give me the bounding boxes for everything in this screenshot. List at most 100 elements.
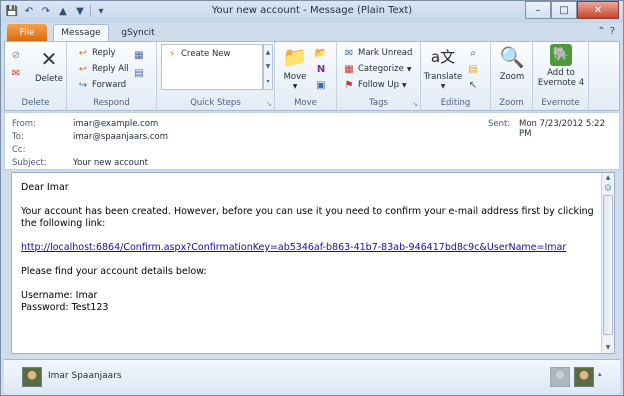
create-new-quick-step[interactable]: ⚡ Create New [166,47,231,61]
reply-all-label: Reply All [92,64,129,74]
move-button[interactable]: 📁 Move ▼ [279,44,311,92]
forward-button[interactable]: ↪ Forward [77,78,126,92]
dialog-launcher-icon[interactable]: ↘ [412,100,418,108]
reply-button[interactable]: ↩ Reply [77,46,116,60]
to-label: To: [12,132,24,142]
delete-label: Delete [35,74,63,84]
categorize-label: Categorize [358,64,404,74]
onenote-button[interactable]: N [315,62,327,76]
body-paragraph-2: Please find your account details below: [21,266,207,277]
related-icon: ▤ [468,63,478,75]
select-button[interactable]: ↖ [467,78,479,92]
scroll-down-arrow-icon[interactable]: ▼ [602,343,614,353]
rules-icon: 📂 [314,47,328,59]
confirmation-link[interactable]: http://localhost:6864/Confirm.aspx?Confi… [21,242,566,253]
expand-icon: ▾ [266,78,270,86]
message-header: From: imar@example.com To: imar@spaanjaa… [4,112,620,170]
reply-all-icon: ↩ [78,63,88,75]
message-body[interactable]: Dear Imar Your account has been created.… [11,172,615,354]
minimize-button[interactable]: – [525,1,551,19]
vertical-scrollbar[interactable]: ▲ ☺ ▼ [601,173,614,353]
expand-people-pane-icon[interactable]: ▴ [598,370,602,378]
move-label: Move [283,72,307,82]
close-button[interactable]: ✕ [577,1,619,19]
group-evernote: 🐘 Add to Evernote 4 Evernote [533,42,589,110]
ribbon-right-icons: ⌃ ? [597,26,615,37]
delete-button[interactable]: ✕ Delete [33,46,65,84]
find-button[interactable]: ⌕ [467,46,479,60]
more-respond-button[interactable]: ▤ [133,66,145,80]
mark-unread-button[interactable]: ✉ Mark Unread [343,46,413,60]
body-username: Username: Imar [21,290,98,301]
evernote-icon: 🐘 [550,44,572,66]
from-value[interactable]: imar@example.com [73,119,158,129]
zoom-label: Zoom [499,72,525,82]
title-bar: 💾 ↶ ↷ ▲ ▼ ▾ Your new account - Message (… [1,1,623,23]
from-label: From: [12,119,36,129]
group-respond: ↩ Reply ↩ Reply All ↪ Forward ▦ ▤ Respon… [67,42,157,110]
translate-label: Translate [423,72,463,82]
help-icon[interactable]: ? [610,26,615,37]
categorize-button[interactable]: ▦ Categorize ▼ [343,62,411,76]
ignore-icon: ⊘ [11,49,21,61]
move-folder-icon: 📁 [282,45,308,69]
placeholder-avatar[interactable] [550,367,570,387]
sent-label: Sent: [488,119,511,129]
lightning-icon: ⚡ [168,48,176,60]
binoculars-icon: ⌕ [470,47,476,59]
collapse-ribbon-icon[interactable]: ⌃ [597,26,605,37]
junk-button[interactable]: ✉ [10,66,22,80]
scroll-up-arrow-icon[interactable]: ▲ [602,173,614,183]
contact-avatar[interactable] [574,367,594,387]
actions-button[interactable]: ▣ [315,78,327,92]
rules-button[interactable]: 📂 [315,46,327,60]
group-label-zoom: Zoom [499,98,524,108]
body-password: Password: Test123 [21,302,109,313]
zoom-button[interactable]: 🔍 Zoom [495,44,529,82]
people-pane: Imar Spaanjaars ▴ [4,359,620,394]
group-label-editing: Editing [440,98,471,108]
meeting-icon: ▦ [134,49,144,61]
reply-all-button[interactable]: ↩ Reply All [77,62,129,76]
maximize-button[interactable]: □ [551,1,577,19]
quick-steps-scroll[interactable]: ▲ ▼ ▾ [263,44,273,90]
tab-gsyncit[interactable]: gSyncit [115,24,161,41]
meeting-button[interactable]: ▦ [133,48,145,62]
subject-label: Subject: [12,158,47,168]
tab-file[interactable]: File [7,24,47,41]
group-zoom: 🔍 Zoom Zoom [491,42,533,110]
related-button[interactable]: ▤ [467,62,479,76]
group-label-evernote: Evernote [541,98,580,108]
envelope-icon: ✉ [344,47,354,59]
delete-icon: ✕ [40,47,58,71]
follow-up-button[interactable]: ⚑ Follow Up ▼ [343,78,407,92]
sender-avatar[interactable] [22,367,42,387]
evernote-label-line1: Add to [547,68,575,78]
add-to-evernote-button[interactable]: 🐘 Add to Evernote 4 [535,44,587,88]
dialog-launcher-icon[interactable]: ↘ [266,100,272,108]
ribbon: ⊘ ✉ ✕ Delete Delete ↩ Reply ↩ Reply All … [4,41,620,111]
sender-name[interactable]: Imar Spaanjaars [48,371,122,381]
categorize-icon: ▦ [344,63,354,75]
outlook-message-window: 💾 ↶ ↷ ▲ ▼ ▾ Your new account - Message (… [0,0,624,396]
reply-icon: ↩ [78,47,88,59]
window-controls: – □ ✕ [525,1,619,19]
to-value[interactable]: imar@spaanjaars.com [73,132,168,142]
body-paragraph-1: Your account has been created. However, … [21,206,594,229]
quick-steps-gallery: ⚡ Create New [161,44,263,90]
subject-value: Your new account [73,158,148,168]
dropdown-arrow-icon: ▼ [401,81,407,89]
ignore-button[interactable]: ⊘ [10,48,22,62]
group-label-delete: Delete [21,98,50,108]
evernote-label-line2: Evernote 4 [537,78,585,88]
translate-button[interactable]: a文 Translate ▼ [423,44,463,92]
scroll-up-icon: ▲ [265,48,271,56]
group-editing: a文 Translate ▼ ⌕ ▤ ↖ Editing [421,42,491,110]
reply-label: Reply [92,48,116,58]
group-label-respond: Respond [93,98,130,108]
group-label-tags: Tags [369,98,388,108]
create-new-label: Create New [181,49,231,59]
tab-message[interactable]: Message [53,24,109,41]
scroll-thumb[interactable] [603,195,613,335]
sent-value: Mon 7/23/2012 5:22 PM [519,119,605,139]
